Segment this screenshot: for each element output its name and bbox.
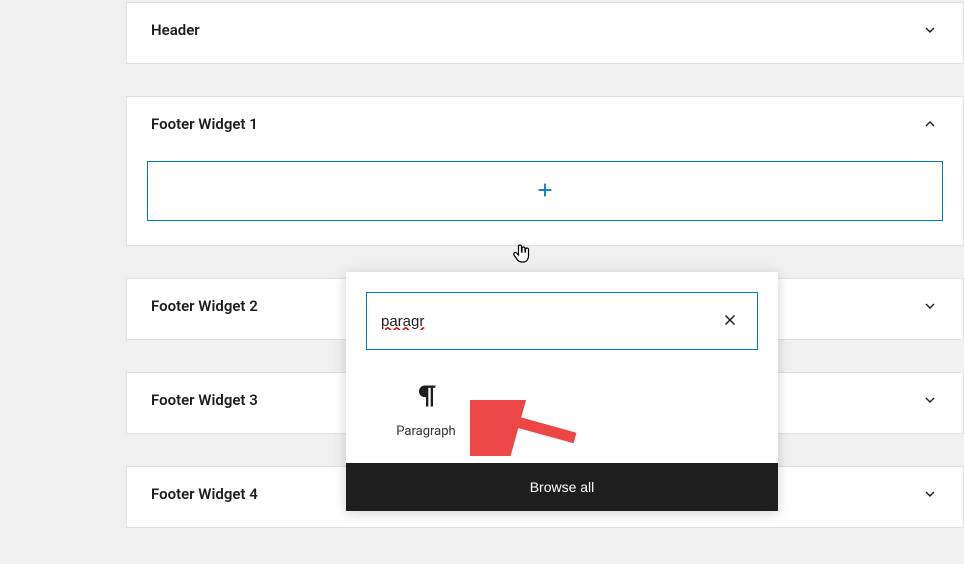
area-toggle-header[interactable]: Header (127, 3, 963, 57)
area-title: Footer Widget 1 (151, 115, 258, 133)
block-inserter-popover: Paragraph Browse all (346, 272, 778, 511)
search-field-container (366, 292, 758, 350)
inserter-search-wrap (346, 272, 778, 358)
chevron-down-icon (921, 391, 939, 409)
area-title: Header (151, 21, 200, 39)
area-toggle-footer1[interactable]: Footer Widget 1 (127, 97, 963, 151)
pilcrow-icon (412, 382, 440, 414)
chevron-down-icon (921, 485, 939, 503)
browse-all-label: Browse all (530, 479, 595, 495)
widget-area-footer1: Footer Widget 1 (126, 96, 964, 246)
area-title: Footer Widget 2 (151, 297, 258, 315)
block-label: Paragraph (396, 424, 455, 439)
chevron-down-icon (921, 21, 939, 39)
widget-area-header: Header (126, 2, 964, 64)
block-search-input[interactable] (381, 313, 717, 330)
chevron-down-icon (921, 297, 939, 315)
clear-search-button[interactable] (717, 307, 743, 336)
area-title: Footer Widget 4 (151, 485, 258, 503)
area-title: Footer Widget 3 (151, 391, 258, 409)
chevron-up-icon (921, 115, 939, 133)
add-block-button[interactable] (147, 161, 943, 221)
close-icon (721, 311, 739, 332)
widget-body-footer1 (127, 151, 963, 245)
inserter-results: Paragraph (346, 358, 778, 463)
browse-all-button[interactable]: Browse all (346, 463, 778, 511)
block-item-paragraph[interactable]: Paragraph (366, 382, 486, 439)
plus-icon (534, 179, 556, 204)
